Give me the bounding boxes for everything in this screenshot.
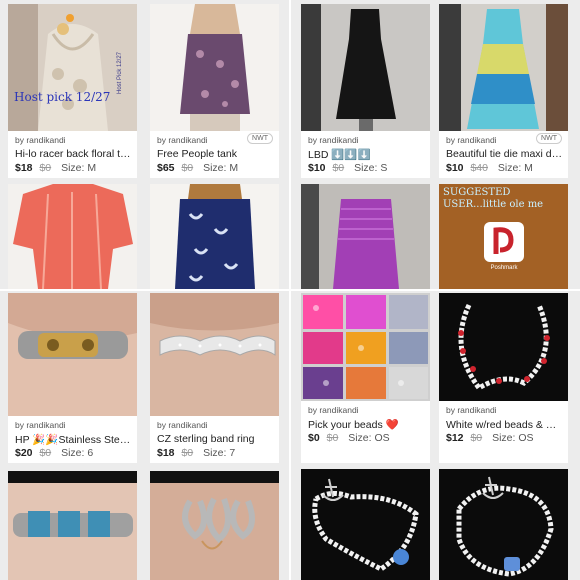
listing-title[interactable]: CZ sterling band ring xyxy=(157,433,275,445)
listing-title[interactable]: Hi-lo racer back floral top... xyxy=(15,148,133,160)
size: Size: OS xyxy=(492,432,534,444)
quadrant-top-left: Host Pick 12/27 Host pick 12/27 by randi… xyxy=(0,0,289,289)
listing-photo[interactable] xyxy=(301,469,430,580)
listing-title[interactable]: Beautiful tie die maxi dre... xyxy=(446,148,564,160)
listing-photo[interactable] xyxy=(301,4,430,131)
price: $20 xyxy=(15,447,33,459)
price: $10 xyxy=(446,162,464,174)
listing-card[interactable]: by randikandi HP 🎉🎉Stainless Steel... $2… xyxy=(8,293,137,463)
original-price: $40 xyxy=(470,162,488,174)
original-price: $0 xyxy=(181,447,194,459)
size: Size: 7 xyxy=(203,447,236,459)
seller-name[interactable]: by randikandi xyxy=(308,405,359,415)
listing-photo[interactable] xyxy=(150,293,279,416)
quadrant-top-right: by randikandi LBD ⬇️⬇️⬇️ $10 $0 Size: S … xyxy=(291,0,580,289)
seller-name[interactable]: by randikandi xyxy=(308,135,359,145)
listing-card[interactable] xyxy=(301,469,430,580)
listing-info: by randikandi LBD ⬇️⬇️⬇️ $10 $0 Size: S xyxy=(301,131,430,178)
listing-card[interactable]: by randikandi NWT Beautiful tie die maxi… xyxy=(439,4,568,178)
listing-card[interactable] xyxy=(8,184,137,289)
listing-card[interactable] xyxy=(439,469,568,580)
listing-photo[interactable]: SUGGESTED USER...little ole me Poshmark xyxy=(439,184,568,289)
listing-title[interactable]: Pick your beads ❤️ xyxy=(308,418,426,431)
listing-title[interactable]: Free People tank xyxy=(157,148,275,160)
listing-card[interactable] xyxy=(301,184,430,289)
listing-card[interactable]: by randikandi NWT Free People tank $65 $… xyxy=(150,4,279,178)
listing-card[interactable]: Host Pick 12/27 Host pick 12/27 by randi… xyxy=(8,4,137,178)
poshmark-logo-caption: Poshmark xyxy=(490,265,518,271)
original-price: $0 xyxy=(181,162,194,174)
price-row: $0 $0 Size: OS xyxy=(308,432,390,444)
price-row: $18 $0 Size: 7 xyxy=(157,447,235,459)
listing-info: by randikandi White w/red beads & ⚓... $… xyxy=(439,401,568,463)
listing-card[interactable]: by randikandi LBD ⬇️⬇️⬇️ $10 $0 Size: S xyxy=(301,4,430,178)
host-pick-overlay: Host pick 12/27 xyxy=(14,90,111,104)
price-row: $65 $0 Size: M xyxy=(157,162,238,174)
seller-name[interactable]: by randikandi xyxy=(446,405,497,415)
price-row: $20 $0 Size: 6 xyxy=(15,447,93,459)
listing-card[interactable]: by randikandi CZ sterling band ring $18 … xyxy=(150,293,279,463)
price: $18 xyxy=(157,447,175,459)
listing-photo[interactable] xyxy=(301,184,430,289)
nwt-badge: NWT xyxy=(247,133,273,144)
svg-text:Host Pick 12/27: Host Pick 12/27 xyxy=(117,51,123,94)
original-price: $0 xyxy=(332,162,345,174)
listing-title[interactable]: LBD ⬇️⬇️⬇️ xyxy=(308,148,426,161)
size: Size: OS xyxy=(348,432,390,444)
price: $10 xyxy=(308,162,326,174)
price: $12 xyxy=(446,432,464,444)
seller-name[interactable]: by randikandi xyxy=(157,420,208,430)
seller-name[interactable]: by randikandi xyxy=(446,135,497,145)
original-price: $0 xyxy=(39,447,52,459)
price: $18 xyxy=(15,162,33,174)
seller-name[interactable]: by randikandi xyxy=(157,135,208,145)
size: Size: S xyxy=(354,162,388,174)
listing-card[interactable] xyxy=(150,184,279,289)
listing-title[interactable]: HP 🎉🎉Stainless Steel... xyxy=(15,433,133,446)
listing-card[interactable]: by randikandi Pick your beads ❤️ $0 $0 S… xyxy=(301,293,430,463)
original-price: $0 xyxy=(326,432,339,444)
nwt-badge: NWT xyxy=(536,133,562,144)
listing-photo[interactable] xyxy=(150,184,279,289)
original-price: $0 xyxy=(39,162,52,174)
listing-photo[interactable] xyxy=(439,293,568,401)
listing-info: by randikandi CZ sterling band ring $18 … xyxy=(150,416,279,463)
listing-photo[interactable] xyxy=(150,4,279,131)
seller-name[interactable]: by randikandi xyxy=(15,135,66,145)
listing-photo[interactable] xyxy=(301,293,430,401)
quadrant-bottom-left: by randikandi HP 🎉🎉Stainless Steel... $2… xyxy=(0,291,289,580)
listing-card[interactable] xyxy=(8,471,137,580)
quadrant-bottom-right: by randikandi Pick your beads ❤️ $0 $0 S… xyxy=(291,291,580,580)
listing-info: by randikandi NWT Beautiful tie die maxi… xyxy=(439,131,568,178)
listing-photo[interactable]: Host Pick 12/27 Host pick 12/27 xyxy=(8,4,137,131)
listing-photo[interactable] xyxy=(8,471,137,580)
size: Size: M xyxy=(61,162,97,174)
listing-card[interactable]: by randikandi White w/red beads & ⚓... $… xyxy=(439,293,568,463)
listing-card[interactable] xyxy=(150,471,279,580)
listing-info: by randikandi Hi-lo racer back floral to… xyxy=(8,131,137,178)
size: Size: M xyxy=(497,162,533,174)
listing-card[interactable]: SUGGESTED USER...little ole me Poshmark xyxy=(439,184,568,289)
price: $0 xyxy=(308,432,320,444)
price-row: $10 $0 Size: S xyxy=(308,162,387,174)
price: $65 xyxy=(157,162,175,174)
price-row: $18 $0 Size: M xyxy=(15,162,96,174)
listing-photo[interactable] xyxy=(8,293,137,416)
price-row: $12 $0 Size: OS xyxy=(446,432,534,444)
listing-info: by randikandi HP 🎉🎉Stainless Steel... $2… xyxy=(8,416,137,463)
listing-title[interactable]: White w/red beads & ⚓... xyxy=(446,418,564,431)
price-row: $10 $40 Size: M xyxy=(446,162,533,174)
seller-name[interactable]: by randikandi xyxy=(15,420,66,430)
suggested-user-overlay: SUGGESTED USER...little ole me xyxy=(443,187,544,210)
size: Size: M xyxy=(203,162,239,174)
listing-photo[interactable] xyxy=(439,4,568,131)
listing-photo[interactable] xyxy=(8,184,137,289)
original-price: $0 xyxy=(470,432,483,444)
size: Size: 6 xyxy=(61,447,94,459)
listing-info: by randikandi Pick your beads ❤️ $0 $0 S… xyxy=(301,401,430,463)
listing-info: by randikandi NWT Free People tank $65 $… xyxy=(150,131,279,178)
listing-photo[interactable] xyxy=(150,471,279,580)
listing-photo[interactable] xyxy=(439,469,568,580)
